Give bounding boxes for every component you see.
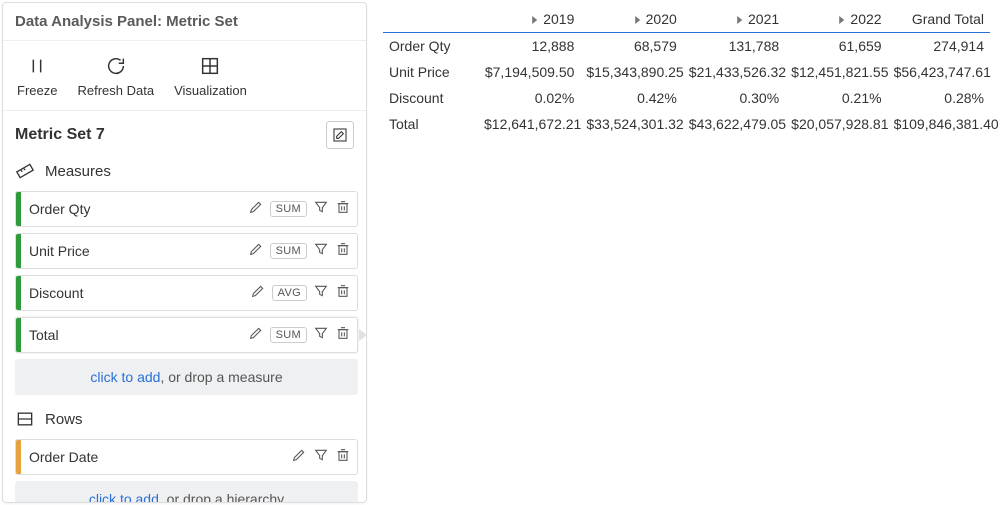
table-row: Discount0.02%0.42%0.30%0.21%0.28% (383, 85, 990, 111)
trash-icon[interactable] (335, 241, 351, 262)
rows-icon (15, 409, 35, 429)
measure-label: Total (29, 327, 248, 343)
aggregation-button[interactable]: SUM (270, 243, 307, 259)
cell: $12,451,821.55 (785, 59, 887, 85)
data-grid: 2019202020212022Grand Total Order Qty12,… (369, 0, 1000, 505)
trash-icon[interactable] (335, 199, 351, 220)
cell: 131,788 (683, 33, 785, 60)
drop-hierarchy[interactable]: click to add, or drop a hierarchy (15, 481, 358, 503)
drop-hierarchy-tail: , or drop a hierarchy (159, 491, 284, 503)
cell: $15,343,890.25 (580, 59, 682, 85)
freeze-label: Freeze (17, 83, 57, 98)
column-header[interactable]: 2019 (478, 6, 580, 33)
drop-measure-tail: , or drop a measure (160, 369, 282, 385)
cell: $7,194,509.50 (478, 59, 580, 85)
pencil-icon[interactable] (248, 325, 264, 346)
cell: $33,524,301.32 (580, 111, 682, 137)
cell: $20,057,928.81 (785, 111, 887, 137)
row-bar (16, 440, 21, 474)
rows-section-header: Rows (3, 403, 366, 435)
analysis-panel: Data Analysis Panel: Metric Set Freeze R… (2, 2, 367, 503)
toolbar: Freeze Refresh Data Visualization (3, 41, 366, 111)
metricset-title: Metric Set 7 (15, 126, 105, 144)
measures-list: Order Qty SUM Unit Price SUM Discount AVG Tota… (3, 187, 366, 357)
filter-icon[interactable] (313, 283, 329, 304)
expand-icon[interactable] (838, 11, 846, 27)
row-label: Discount (383, 85, 478, 111)
cell: 0.30% (683, 85, 785, 111)
pencil-icon[interactable] (291, 447, 307, 468)
cell: 12,888 (478, 33, 580, 60)
cell: $21,433,526.32 (683, 59, 785, 85)
filter-icon[interactable] (313, 325, 329, 346)
expand-icon[interactable] (531, 11, 539, 27)
rows-label: Rows (45, 411, 83, 428)
measure-pill[interactable]: Discount AVG (15, 275, 358, 311)
expand-icon[interactable] (736, 11, 744, 27)
measure-label: Discount (29, 285, 250, 301)
row-label: Unit Price (383, 59, 478, 85)
edit-metricset-button[interactable] (326, 121, 354, 149)
row-label: Total (383, 111, 478, 137)
refresh-label: Refresh Data (77, 83, 154, 98)
add-hierarchy-link[interactable]: click to add (89, 491, 159, 503)
ruler-icon (15, 161, 35, 181)
add-measure-link[interactable]: click to add (90, 369, 160, 385)
cell: 68,579 (580, 33, 682, 60)
measure-bar (16, 276, 21, 310)
table-row: Order Qty12,88868,579131,78861,659274,91… (383, 33, 990, 60)
trash-icon[interactable] (335, 283, 351, 304)
filter-icon[interactable] (313, 447, 329, 468)
grand-total-header: Grand Total (888, 6, 990, 33)
measures-section-header: Measures (3, 155, 366, 187)
row-label: Order Date (29, 449, 291, 465)
trash-icon[interactable] (335, 325, 351, 346)
measure-pill[interactable]: Order Qty SUM (15, 191, 358, 227)
row-label: Order Qty (383, 33, 478, 60)
pencil-icon[interactable] (248, 241, 264, 262)
pivot-table: 2019202020212022Grand Total Order Qty12,… (383, 6, 990, 137)
cell: 0.42% (580, 85, 682, 111)
cell: $43,622,479.05 (683, 111, 785, 137)
rows-list: Order Date (3, 435, 366, 479)
column-header[interactable]: 2022 (785, 6, 887, 33)
cell: 0.02% (478, 85, 580, 111)
aggregation-button[interactable]: SUM (270, 327, 307, 343)
refresh-button[interactable]: Refresh Data (67, 49, 164, 100)
column-header[interactable]: 2020 (580, 6, 682, 33)
measure-label: Order Qty (29, 201, 248, 217)
measure-bar (16, 234, 21, 268)
table-row: Total$12,641,672.21$33,524,301.32$43,622… (383, 111, 990, 137)
table-row: Unit Price$7,194,509.50$15,343,890.25$21… (383, 59, 990, 85)
trash-icon[interactable] (335, 447, 351, 468)
pencil-icon[interactable] (248, 199, 264, 220)
aggregation-button[interactable]: SUM (270, 201, 307, 217)
cell: 0.21% (785, 85, 887, 111)
cell: $56,423,747.61 (888, 59, 990, 85)
cell: $109,846,381.40 (888, 111, 990, 137)
visualization-button[interactable]: Visualization (164, 49, 257, 100)
measure-bar (16, 318, 21, 352)
measure-label: Unit Price (29, 243, 248, 259)
measures-label: Measures (45, 163, 111, 180)
freeze-button[interactable]: Freeze (7, 49, 67, 100)
cell: 61,659 (785, 33, 887, 60)
cell: $12,641,672.21 (478, 111, 580, 137)
cell: 0.28% (888, 85, 990, 111)
row-header-blank (383, 6, 478, 33)
drop-measure[interactable]: click to add, or drop a measure (15, 359, 358, 395)
measure-bar (16, 192, 21, 226)
expand-icon[interactable] (634, 11, 642, 27)
pencil-icon[interactable] (250, 283, 266, 304)
panel-title: Data Analysis Panel: Metric Set (3, 3, 366, 41)
row-pill[interactable]: Order Date (15, 439, 358, 475)
filter-icon[interactable] (313, 199, 329, 220)
measure-pill[interactable]: Unit Price SUM (15, 233, 358, 269)
aggregation-button[interactable]: AVG (272, 285, 307, 301)
column-header[interactable]: 2021 (683, 6, 785, 33)
filter-icon[interactable] (313, 241, 329, 262)
cell: 274,914 (888, 33, 990, 60)
viz-label: Visualization (174, 83, 247, 98)
measure-pill[interactable]: Total SUM (15, 317, 358, 353)
